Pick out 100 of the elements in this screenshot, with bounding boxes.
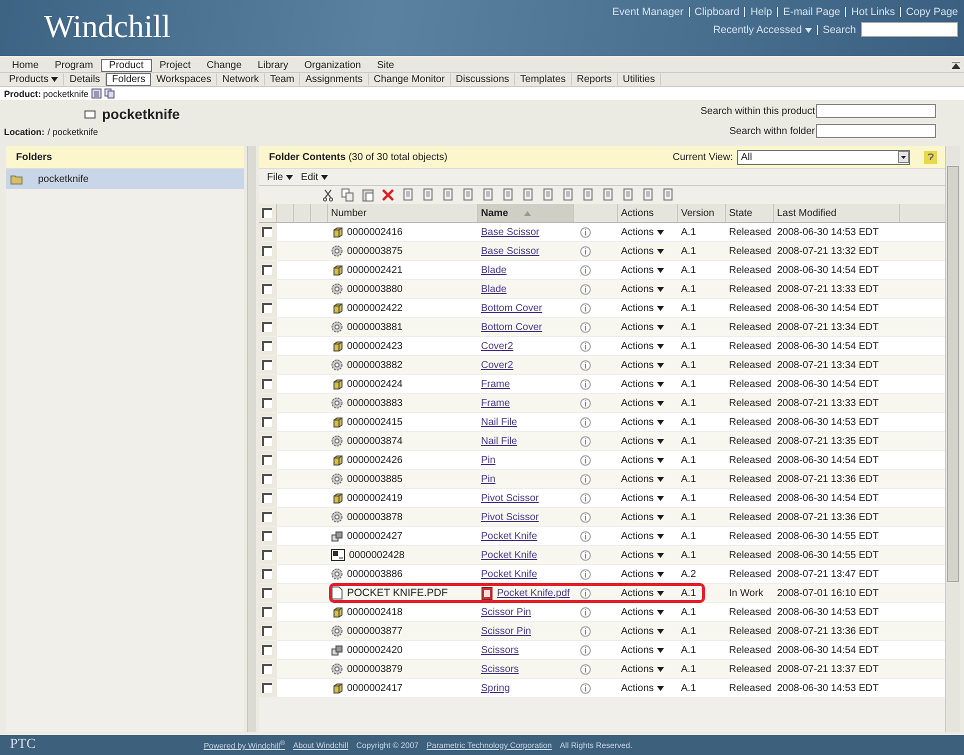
row-checkbox[interactable]	[262, 493, 272, 503]
info-icon[interactable]	[580, 644, 591, 656]
name-link[interactable]: Pocket Knife	[481, 568, 538, 580]
actions-menu[interactable]: Actions	[621, 360, 664, 370]
row-checkbox[interactable]	[262, 607, 272, 617]
document-icon[interactable]	[641, 188, 655, 202]
actions-menu[interactable]: Actions	[621, 416, 664, 428]
document-icon[interactable]	[601, 188, 615, 202]
nav-tab[interactable]: Product	[101, 58, 152, 72]
info-icon[interactable]	[580, 588, 591, 598]
row-checkbox[interactable]	[262, 550, 272, 560]
row-checkbox[interactable]	[262, 303, 272, 313]
name-link[interactable]: Scissor Pin	[481, 626, 532, 636]
actions-menu[interactable]: Actions	[621, 664, 664, 674]
subnav-tab[interactable]: Team	[264, 73, 300, 86]
name-link[interactable]: Scissors	[481, 644, 519, 656]
name-link[interactable]: Blade	[481, 284, 507, 294]
info-icon[interactable]	[580, 226, 591, 238]
search-field[interactable]	[816, 104, 936, 118]
info-icon[interactable]	[580, 322, 591, 332]
name-link[interactable]: Pocket Knife	[481, 550, 538, 560]
row-checkbox[interactable]	[262, 474, 272, 484]
info-icon[interactable]	[580, 436, 591, 446]
actions-menu[interactable]: Actions	[621, 436, 664, 446]
name-link[interactable]: Pocket Knife	[481, 530, 538, 542]
name-link[interactable]: Pocket Knife.pdf	[497, 588, 570, 598]
name-link[interactable]: Scissor Pin	[481, 606, 532, 618]
actions-menu[interactable]: Actions	[621, 588, 664, 598]
column-header[interactable]: State	[726, 204, 774, 222]
row-checkbox[interactable]	[262, 664, 272, 674]
actions-menu[interactable]: Actions	[621, 644, 664, 656]
column-header[interactable]: Last Modified	[774, 204, 900, 222]
nav-tab[interactable]: Site	[368, 58, 402, 72]
column-header[interactable]: Actions	[618, 204, 678, 222]
header-link[interactable]: Copy Page	[906, 6, 958, 18]
document-icon[interactable]	[441, 188, 455, 202]
info-icon[interactable]	[580, 530, 591, 542]
info-icon[interactable]	[580, 302, 591, 314]
document-icon[interactable]	[401, 188, 415, 202]
document-icon[interactable]	[541, 188, 555, 202]
header-link[interactable]: Hot Links	[851, 6, 896, 18]
nav-tab[interactable]: Program	[46, 58, 102, 72]
info-icon[interactable]	[580, 512, 591, 522]
footer-link[interactable]: Parametric Technology Corporation	[426, 740, 552, 750]
actions-menu[interactable]: Actions	[621, 492, 664, 504]
document-icon[interactable]	[561, 188, 575, 202]
footer-link[interactable]: Powered by Windchill$^{®}$	[204, 740, 286, 750]
recently-accessed-menu[interactable]: Recently Accessed	[713, 24, 812, 36]
row-checkbox[interactable]	[262, 417, 272, 427]
nav-tab[interactable]: Change	[198, 58, 250, 72]
row-checkbox[interactable]	[262, 227, 272, 237]
paste-icon[interactable]	[361, 188, 375, 202]
folder-tree-item[interactable]: pocketknife	[6, 169, 244, 189]
row-checkbox[interactable]	[262, 246, 272, 256]
row-checkbox[interactable]	[262, 455, 272, 465]
actions-menu[interactable]: Actions	[621, 264, 664, 276]
row-checkbox[interactable]	[262, 645, 272, 655]
name-link[interactable]: Cover2	[481, 360, 514, 370]
search-field[interactable]	[816, 124, 936, 138]
actions-menu[interactable]: Actions	[621, 606, 664, 618]
row-checkbox[interactable]	[262, 341, 272, 351]
row-checkbox[interactable]	[262, 379, 272, 389]
name-link[interactable]: Bottom Cover	[481, 322, 542, 332]
row-checkbox[interactable]	[262, 398, 272, 408]
actions-menu[interactable]: Actions	[621, 512, 664, 522]
product-link[interactable]: pocketknife	[43, 88, 89, 98]
menu-button[interactable]: File	[267, 172, 293, 182]
footer-link[interactable]: About Windchill	[293, 740, 348, 750]
subnav-tab[interactable]: Change Monitor	[368, 73, 451, 86]
name-link[interactable]: Pin	[481, 474, 496, 484]
info-icon[interactable]	[580, 454, 591, 466]
name-link[interactable]: Cover2	[481, 340, 514, 352]
info-icon[interactable]	[580, 606, 591, 618]
row-checkbox[interactable]	[262, 512, 272, 522]
name-link[interactable]: Pin	[481, 454, 496, 466]
info-icon[interactable]	[580, 626, 591, 636]
info-page-icon[interactable]	[90, 88, 102, 99]
name-link[interactable]: Bottom Cover	[481, 302, 542, 314]
info-icon[interactable]	[580, 568, 591, 580]
name-link[interactable]: Pivot Scissor	[481, 492, 539, 504]
row-checkbox[interactable]	[262, 531, 272, 541]
row-checkbox[interactable]	[262, 265, 272, 275]
actions-menu[interactable]: Actions	[621, 340, 664, 352]
document-icon[interactable]	[521, 188, 535, 202]
document-icon[interactable]	[501, 188, 515, 202]
name-link[interactable]: Frame	[481, 378, 510, 390]
actions-menu[interactable]: Actions	[621, 398, 664, 408]
menu-button[interactable]: Edit	[300, 172, 328, 182]
info-icon[interactable]	[580, 474, 591, 484]
header-link[interactable]: Clipboard	[694, 6, 740, 18]
document-icon[interactable]	[621, 188, 635, 202]
delete-icon[interactable]	[381, 188, 395, 202]
column-header[interactable]: Version	[678, 204, 726, 222]
info-icon[interactable]	[580, 284, 591, 294]
info-icon[interactable]	[580, 550, 591, 560]
actions-menu[interactable]: Actions	[621, 322, 664, 332]
nav-tab[interactable]: Organization	[296, 58, 369, 72]
document-icon[interactable]	[661, 188, 675, 202]
splitter-handle[interactable]	[247, 146, 256, 732]
name-link[interactable]: Frame	[481, 398, 510, 408]
